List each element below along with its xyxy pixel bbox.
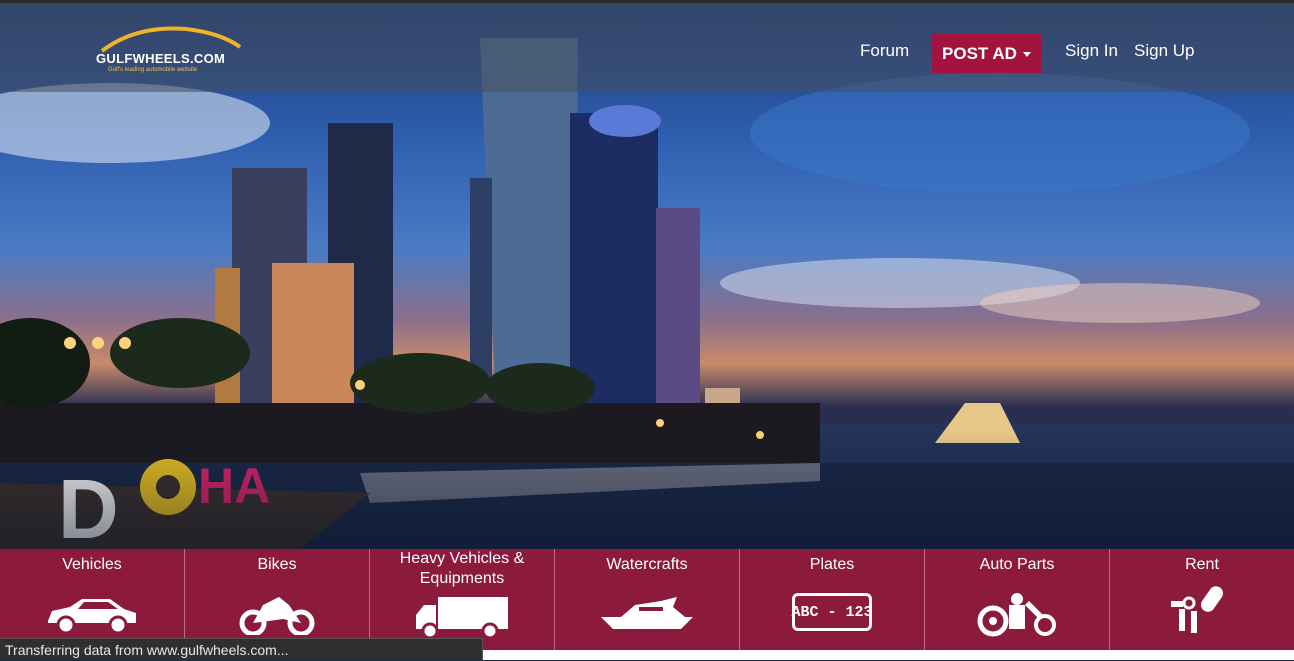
category-bar: Vehicles Bikes Heavy Vehicles & Equipmen… <box>0 549 1294 650</box>
doha-sign-d: D <box>58 462 119 549</box>
motorbike-icon <box>239 597 315 635</box>
doha-sign-ha: HA <box>198 458 270 514</box>
auto-parts-icon <box>977 593 1056 637</box>
yacht-icon <box>601 597 693 629</box>
post-ad-label: POST AD <box>942 43 1017 63</box>
brand-name: GULFWHEELS.COM <box>96 51 226 66</box>
category-auto-parts[interactable]: Auto Parts <box>925 549 1110 650</box>
brand-tagline: Gulf's leading automobile website <box>108 67 198 73</box>
category-label: Rent <box>1185 556 1219 573</box>
category-label: Auto Parts <box>979 556 1055 573</box>
category-label: Bikes <box>257 556 297 573</box>
category-plates[interactable]: Plates ABC - 123 <box>740 549 925 650</box>
category-vehicles[interactable]: Vehicles <box>0 549 185 650</box>
category-rent[interactable]: Rent <box>1110 549 1294 650</box>
nav-sign-up-link[interactable]: Sign Up <box>1134 41 1194 61</box>
post-ad-button[interactable]: POST AD <box>932 34 1041 73</box>
category-heavy-vehicles[interactable]: Heavy Vehicles & Equipments <box>370 549 555 650</box>
license-plate-icon: ABC - 123 <box>791 593 873 631</box>
car-keys-icon <box>1171 586 1224 633</box>
category-bikes[interactable]: Bikes <box>185 549 370 650</box>
browser-status-bar: Transferring data from www.gulfwheels.co… <box>0 638 483 660</box>
top-navbar: GULFWHEELS.COM Gulf's leading automobile… <box>0 3 1294 92</box>
plate-text: ABC - 123 <box>791 603 873 621</box>
car-icon <box>48 599 136 635</box>
caret-down-icon <box>1022 52 1031 57</box>
nav-forum-link[interactable]: Forum <box>860 41 909 61</box>
category-watercrafts[interactable]: Watercrafts <box>555 549 740 650</box>
truck-icon <box>416 597 508 640</box>
nav-sign-in-link[interactable]: Sign In <box>1065 41 1118 61</box>
category-label: Watercrafts <box>606 556 688 573</box>
site-logo[interactable]: GULFWHEELS.COM Gulf's leading automobile… <box>96 25 246 75</box>
category-label: Plates <box>809 556 855 573</box>
category-label: Heavy Vehicles & Equipments <box>399 550 525 587</box>
category-label: Vehicles <box>62 556 122 573</box>
